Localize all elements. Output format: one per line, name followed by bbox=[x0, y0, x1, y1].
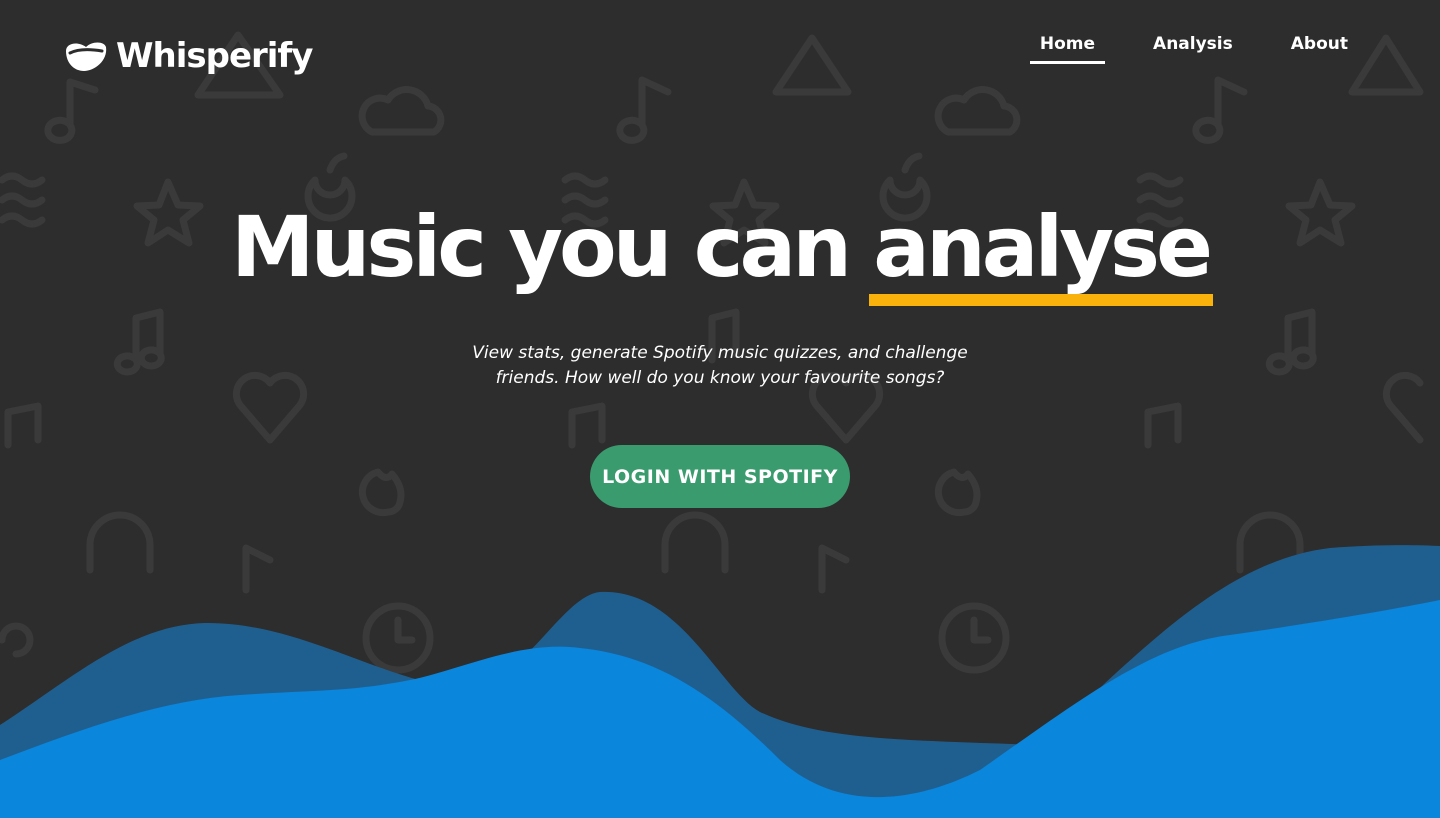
music-note-icon bbox=[568, 402, 606, 449]
nav-home[interactable]: Home bbox=[1029, 34, 1106, 64]
heart-icon bbox=[1382, 371, 1424, 444]
brand-logo[interactable]: Whisperify bbox=[64, 36, 313, 76]
flame-icon bbox=[358, 468, 405, 517]
music-note-icon bbox=[242, 544, 274, 594]
headphones-icon bbox=[0, 622, 34, 658]
hero-title-prefix: Music you can bbox=[231, 198, 874, 296]
wave-back bbox=[0, 545, 1440, 818]
brand-name: Whisperify bbox=[116, 36, 313, 76]
hero-title-highlight: analyse bbox=[869, 192, 1213, 306]
headphones-icon bbox=[661, 511, 729, 574]
site-header: Whisperify Home Analysis About bbox=[0, 0, 1440, 110]
headphones-icon bbox=[1236, 511, 1304, 574]
music-note-icon bbox=[1144, 402, 1182, 449]
main-nav: Home Analysis About bbox=[982, 34, 1348, 64]
music-note-icon bbox=[818, 544, 850, 594]
nav-analysis[interactable]: Analysis bbox=[1153, 34, 1233, 64]
clock-icon bbox=[362, 602, 434, 674]
music-note-icon bbox=[113, 308, 165, 376]
hero-subtitle-line2: friends. How well do you know your favou… bbox=[495, 368, 945, 388]
nav-about[interactable]: About bbox=[1291, 34, 1348, 64]
music-note-icon bbox=[1265, 308, 1317, 376]
hero-title-highlight-text: analyse bbox=[873, 198, 1213, 296]
heart-icon bbox=[232, 371, 308, 444]
music-note-icon bbox=[4, 402, 42, 449]
wave-decoration bbox=[0, 545, 1440, 818]
hero-title: Music you can analyse bbox=[0, 192, 1440, 306]
hero-subtitle: View stats, generate Spotify music quizz… bbox=[470, 341, 970, 391]
login-with-spotify-button[interactable]: LOGIN WITH SPOTIFY bbox=[590, 445, 850, 508]
flame-icon bbox=[934, 468, 981, 517]
wave-front bbox=[0, 600, 1440, 818]
clock-icon bbox=[938, 602, 1010, 674]
background-pattern bbox=[0, 31, 1424, 674]
headphones-icon bbox=[86, 511, 154, 574]
hero-subtitle-line1: View stats, generate Spotify music quizz… bbox=[472, 343, 968, 363]
logo-icon bbox=[66, 42, 107, 71]
